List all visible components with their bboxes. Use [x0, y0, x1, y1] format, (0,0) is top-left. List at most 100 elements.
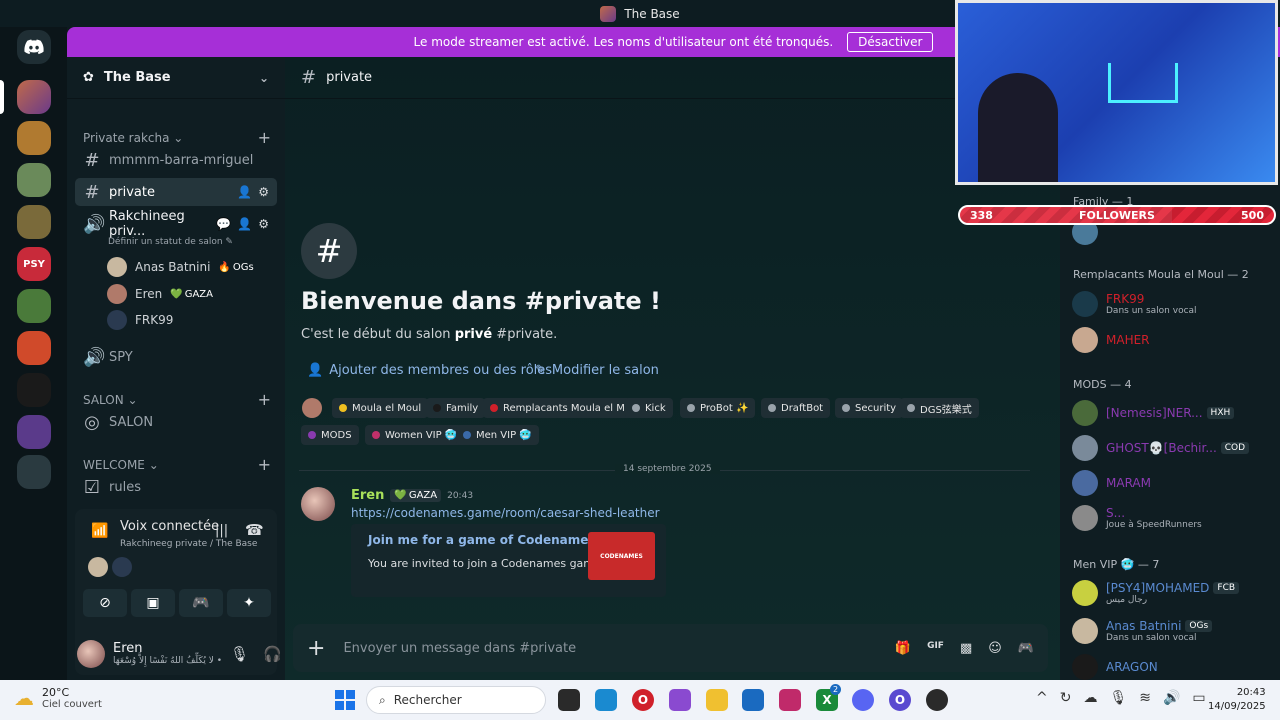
- file-explorer-icon[interactable]: [706, 689, 728, 711]
- screen-share-button[interactable]: ▣: [131, 589, 175, 617]
- avatar[interactable]: [77, 639, 105, 668]
- plus-icon[interactable]: +: [258, 455, 271, 474]
- plus-icon[interactable]: +: [258, 128, 271, 147]
- server-folder-icon[interactable]: [17, 455, 51, 489]
- server-icon[interactable]: [17, 331, 51, 365]
- opera-icon[interactable]: O: [632, 689, 654, 711]
- voice-channel-rakchineeg[interactable]: 🔊 Rakchineeg priv... 💬 👤 ⚙: [75, 209, 277, 239]
- member-item[interactable]: MAHER: [1072, 327, 1272, 353]
- role-chip[interactable]: Remplacants Moula el Moul: [483, 398, 648, 418]
- soundboard-button[interactable]: ✦: [227, 589, 271, 617]
- sticker-icon[interactable]: ▩: [960, 641, 972, 656]
- headphones-icon[interactable]: 🎧: [263, 645, 282, 663]
- role-chip[interactable]: ProBot ✨: [680, 398, 756, 418]
- voice-status-hint[interactable]: Définir un statut de salon ✎: [108, 237, 233, 247]
- discord-home-icon[interactable]: [17, 30, 51, 64]
- battery-icon[interactable]: ▭: [1192, 690, 1205, 706]
- role-chip[interactable]: Men VIP 🥶: [456, 425, 539, 445]
- server-icon[interactable]: [17, 205, 51, 239]
- soundboard-icon[interactable]: |||: [215, 523, 228, 538]
- channel-mmmm-barra-mriguel[interactable]: # mmmm-barra-mriguel: [75, 146, 277, 174]
- member-item[interactable]: [PSY4]MOHAMED FCB رجال ميس: [1072, 580, 1272, 606]
- gamepad-icon[interactable]: 🎮: [1018, 641, 1034, 656]
- category-salon[interactable]: SALON ⌄ +: [83, 390, 271, 409]
- voice-user[interactable]: FRK99: [107, 310, 173, 330]
- embed-title[interactable]: Join me for a game of Codenames: [368, 533, 596, 547]
- role-chip[interactable]: DraftBot: [761, 398, 831, 418]
- opera-gx-icon[interactable]: O: [889, 689, 911, 711]
- volume-icon[interactable]: 🔊: [1163, 690, 1180, 706]
- gif-icon[interactable]: GIF: [927, 641, 944, 656]
- category-welcome[interactable]: WELCOME ⌄ +: [83, 455, 271, 474]
- voice-channel-path[interactable]: Rakchineeg private / The Base: [120, 539, 257, 549]
- message-input[interactable]: [343, 640, 877, 656]
- system-clock[interactable]: 20:43 14/09/2025: [1208, 686, 1266, 714]
- store-icon[interactable]: [742, 689, 764, 711]
- discord-icon[interactable]: [852, 689, 874, 711]
- voice-channel-spy[interactable]: 🔊 SPY: [75, 343, 277, 371]
- edit-channel-link[interactable]: ✎ Modifier le salon: [535, 363, 659, 378]
- server-icon[interactable]: [17, 121, 51, 155]
- embed-thumbnail[interactable]: CODENAMES: [588, 532, 655, 580]
- cloud-icon[interactable]: ☁: [1083, 690, 1097, 706]
- role-chip[interactable]: Family: [426, 398, 486, 418]
- gift-icon[interactable]: 🎁: [895, 641, 911, 656]
- sync-icon[interactable]: ↻: [1060, 690, 1072, 706]
- activity-button[interactable]: 🎮: [179, 589, 223, 617]
- camera-off-button[interactable]: ⊘: [83, 589, 127, 617]
- message-author[interactable]: Eren: [351, 488, 384, 503]
- obs-icon[interactable]: [926, 689, 948, 711]
- add-member-icon[interactable]: 👤: [237, 217, 252, 231]
- message-link[interactable]: https://codenames.game/room/caesar-shed-…: [351, 506, 660, 520]
- member-item[interactable]: GHOST💀[Bechir... COD: [1072, 435, 1272, 461]
- plus-icon[interactable]: +: [258, 390, 271, 409]
- avatar[interactable]: [88, 557, 108, 577]
- message-avatar[interactable]: [301, 487, 335, 521]
- disable-streamer-button[interactable]: Désactiver: [847, 32, 934, 52]
- gear-icon[interactable]: ⚙: [258, 185, 269, 199]
- emoji-icon[interactable]: ☺: [988, 641, 1002, 656]
- add-members-link[interactable]: 👤 Ajouter des membres ou des rôles: [307, 363, 552, 378]
- member-item[interactable]: Anas Batnini OGs Dans un salon vocal: [1072, 618, 1272, 644]
- chat-icon[interactable]: 💬: [216, 217, 231, 231]
- photos-app-icon[interactable]: [595, 689, 617, 711]
- avatar[interactable]: [112, 557, 132, 577]
- role-chip[interactable]: Women VIP 🥶: [365, 425, 465, 445]
- weather-widget[interactable]: ☁ 20°C Ciel couvert: [14, 686, 102, 710]
- plus-icon[interactable]: +: [307, 636, 325, 661]
- role-chip[interactable]: Security: [835, 398, 904, 418]
- server-icon[interactable]: [17, 373, 51, 407]
- wifi-icon[interactable]: ≋: [1139, 690, 1151, 706]
- channel-private[interactable]: # private 👤 ⚙: [75, 178, 277, 206]
- server-icon[interactable]: [17, 415, 51, 449]
- member-item[interactable]: FRK99 Dans un salon vocal: [1072, 291, 1272, 317]
- channel-salon[interactable]: ◎ SALON: [75, 408, 277, 436]
- signal-icon[interactable]: 📶: [91, 523, 108, 539]
- task-view-icon[interactable]: [558, 689, 580, 711]
- role-chip[interactable]: MODS: [301, 425, 359, 445]
- role-chip[interactable]: Moula el Moul: [332, 398, 429, 418]
- role-chip[interactable]: DGS弦樂式: [900, 398, 979, 418]
- role-chip[interactable]: Kick: [625, 398, 673, 418]
- taskbar-search[interactable]: ⌕ Rechercher: [366, 686, 546, 714]
- mic-icon[interactable]: 🎙: [1109, 690, 1127, 706]
- guild-header[interactable]: ✿ The Base ⌄: [67, 57, 285, 99]
- chevron-up-icon[interactable]: ^: [1036, 690, 1048, 706]
- app-icon[interactable]: [779, 689, 801, 711]
- voice-user[interactable]: Eren 💚 GAZA: [107, 284, 213, 304]
- copilot-icon[interactable]: [669, 689, 691, 711]
- server-icon[interactable]: [17, 163, 51, 197]
- channel-rules[interactable]: ☑ rules: [75, 473, 277, 501]
- server-icon[interactable]: PSY: [17, 247, 51, 281]
- voice-user[interactable]: Anas Batnini 🔥 OGs: [107, 257, 254, 277]
- gear-icon[interactable]: ⚙: [258, 217, 269, 231]
- category-private-rakcha[interactable]: Private rakcha ⌄ +: [83, 128, 271, 147]
- member-item[interactable]: ARAGON: [1072, 654, 1272, 680]
- start-button[interactable]: [335, 690, 355, 710]
- member-item[interactable]: [Nemesis]NER... HXH: [1072, 400, 1272, 426]
- member-item[interactable]: S... Joue à SpeedRunners: [1072, 505, 1272, 531]
- server-icon-the-base[interactable]: [17, 80, 51, 114]
- server-icon[interactable]: [17, 289, 51, 323]
- member-item[interactable]: MARAM: [1072, 470, 1272, 496]
- disconnect-icon[interactable]: ☎: [245, 521, 264, 539]
